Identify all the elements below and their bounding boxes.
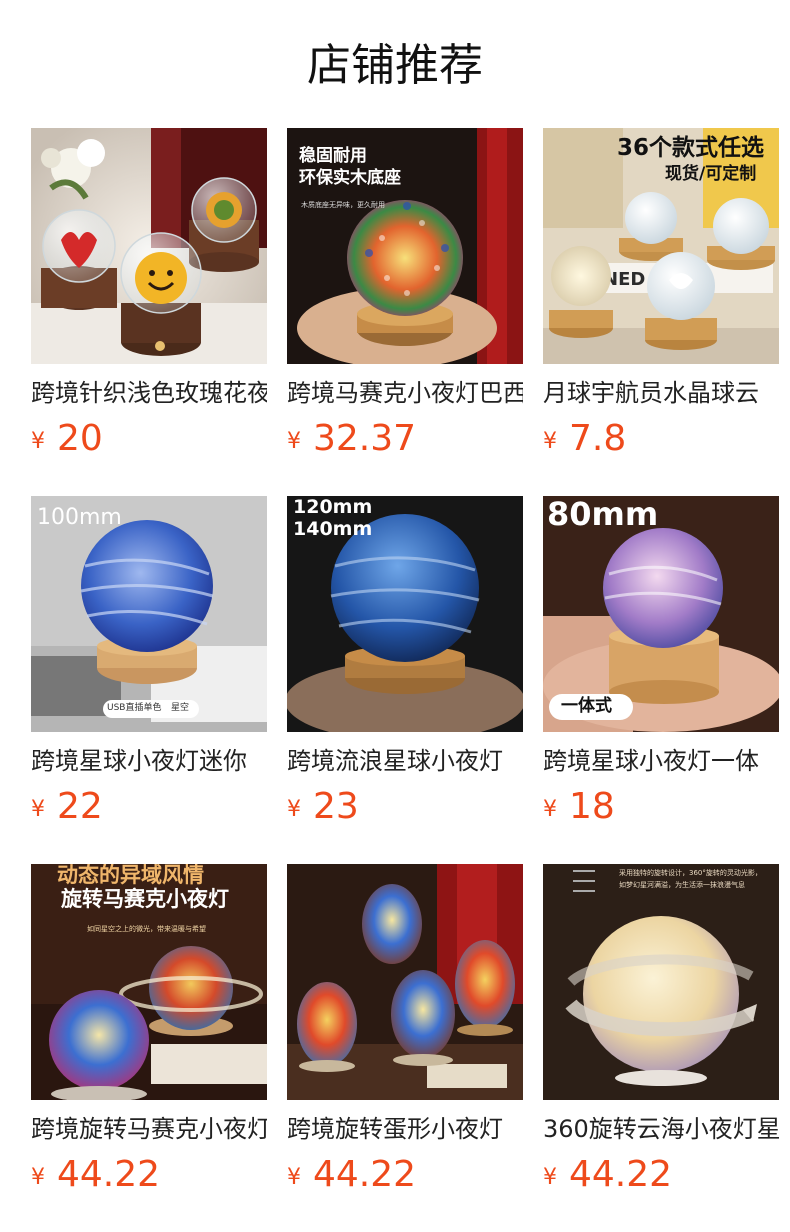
price-value: 32.37: [313, 418, 417, 459]
image-caption: 环保实木底座: [299, 168, 401, 188]
image-caption: 如梦幻星河满溢，为生活添一抹浪漫气息: [619, 881, 745, 889]
price-value: 44.22: [57, 1154, 161, 1195]
product-name[interactable]: 跨境旋转马赛克小夜灯: [31, 1112, 267, 1146]
price-value: 20: [57, 418, 103, 459]
product-price: ¥32.37: [287, 418, 416, 459]
product-image[interactable]: 稳固耐用 环保实木底座 木质底座无异味，更久耐用: [287, 128, 523, 364]
product-name[interactable]: 360旋转云海小夜灯星: [543, 1112, 779, 1146]
product-price: ¥44.22: [31, 1154, 160, 1195]
product-price: ¥18: [543, 786, 615, 827]
product-card[interactable]: 稳固耐用 环保实木底座 木质底座无异味，更久耐用 跨境马赛克小夜灯巴西 ¥32.…: [287, 128, 523, 468]
product-name[interactable]: 月球宇航员水晶球云: [543, 376, 779, 410]
image-caption: 稳固耐用: [299, 146, 367, 166]
product-card[interactable]: 跨境旋转蛋形小夜灯 ¥44.22: [287, 864, 523, 1204]
product-card[interactable]: NED 36个款式任选 现货/可定制 月球宇航员水晶球云 ¥7.8: [543, 128, 779, 468]
currency-symbol: ¥: [287, 797, 301, 822]
price-value: 18: [569, 786, 615, 827]
page-title: 店铺推荐: [307, 40, 483, 91]
product-image[interactable]: NED 36个款式任选 现货/可定制: [543, 128, 779, 364]
currency-symbol: ¥: [287, 1165, 301, 1190]
product-card[interactable]: 100mm USB直插单色 星空 跨境星球小夜灯迷你 ¥22: [31, 496, 267, 836]
product-card[interactable]: 采用独特的旋转设计，360°旋转的灵动光影， 如梦幻星河满溢，为生活添一抹浪漫气…: [543, 864, 779, 1204]
price-value: 22: [57, 786, 103, 827]
product-card[interactable]: 120mm 140mm 跨境流浪星球小夜灯 ¥23: [287, 496, 523, 836]
product-name[interactable]: 跨境流浪星球小夜灯: [287, 744, 523, 778]
image-caption: 采用独特的旋转设计，360°旋转的灵动光影，: [619, 869, 762, 877]
product-image[interactable]: [31, 128, 267, 364]
image-caption: 如同星空之上的微光，带来温暖与希望: [87, 925, 206, 933]
currency-symbol: ¥: [287, 429, 301, 454]
product-price: ¥44.22: [287, 1154, 416, 1195]
product-price: ¥22: [31, 786, 103, 827]
product-image[interactable]: 100mm USB直插单色 星空: [31, 496, 267, 732]
product-price: ¥44.22: [543, 1154, 672, 1195]
product-image[interactable]: 动态的异域风情 旋转马赛克小夜灯 如同星空之上的微光，带来温暖与希望: [31, 864, 267, 1100]
currency-symbol: ¥: [31, 429, 45, 454]
product-card[interactable]: 跨境针织浅色玫瑰花夜灯 ¥20: [31, 128, 267, 468]
product-name[interactable]: 跨境星球小夜灯迷你: [31, 744, 267, 778]
product-image[interactable]: 80mm 一体式: [543, 496, 779, 732]
currency-symbol: ¥: [31, 1165, 45, 1190]
currency-symbol: ¥: [543, 797, 557, 822]
price-value: 23: [313, 786, 359, 827]
product-card[interactable]: 80mm 一体式 跨境星球小夜灯一体 ¥18: [543, 496, 779, 836]
price-value: 44.22: [313, 1154, 417, 1195]
product-image[interactable]: [287, 864, 523, 1100]
image-caption: 80mm: [547, 496, 659, 533]
image-caption: 100mm: [37, 505, 122, 530]
product-image[interactable]: 120mm 140mm: [287, 496, 523, 732]
image-caption: 星空: [171, 703, 190, 713]
image-caption: 120mm: [293, 496, 373, 518]
price-value: 44.22: [569, 1154, 673, 1195]
currency-symbol: ¥: [31, 797, 45, 822]
image-caption: 140mm: [293, 518, 373, 540]
product-price: ¥20: [31, 418, 103, 459]
currency-symbol: ¥: [543, 429, 557, 454]
image-caption: 动态的异域风情: [57, 864, 204, 887]
currency-symbol: ¥: [543, 1165, 557, 1190]
price-value: 7.8: [569, 418, 627, 459]
product-price: ¥7.8: [543, 418, 626, 459]
product-name[interactable]: 跨境针织浅色玫瑰花夜灯: [31, 376, 267, 410]
image-caption: 旋转马赛克小夜灯: [61, 887, 229, 911]
image-caption: USB直插单色: [107, 703, 162, 713]
image-caption: 36个款式任选: [617, 135, 765, 161]
product-name[interactable]: 跨境马赛克小夜灯巴西: [287, 376, 523, 410]
product-image[interactable]: 采用独特的旋转设计，360°旋转的灵动光影， 如梦幻星河满溢，为生活添一抹浪漫气…: [543, 864, 779, 1100]
image-caption: 现货/可定制: [665, 164, 757, 184]
product-name[interactable]: 跨境星球小夜灯一体: [543, 744, 779, 778]
image-caption: 一体式: [561, 696, 612, 716]
image-caption: 木质底座无异味，更久耐用: [301, 201, 385, 209]
product-name[interactable]: 跨境旋转蛋形小夜灯: [287, 1112, 523, 1146]
product-price: ¥23: [287, 786, 359, 827]
product-card[interactable]: 动态的异域风情 旋转马赛克小夜灯 如同星空之上的微光，带来温暖与希望 跨境旋转马…: [31, 864, 267, 1204]
